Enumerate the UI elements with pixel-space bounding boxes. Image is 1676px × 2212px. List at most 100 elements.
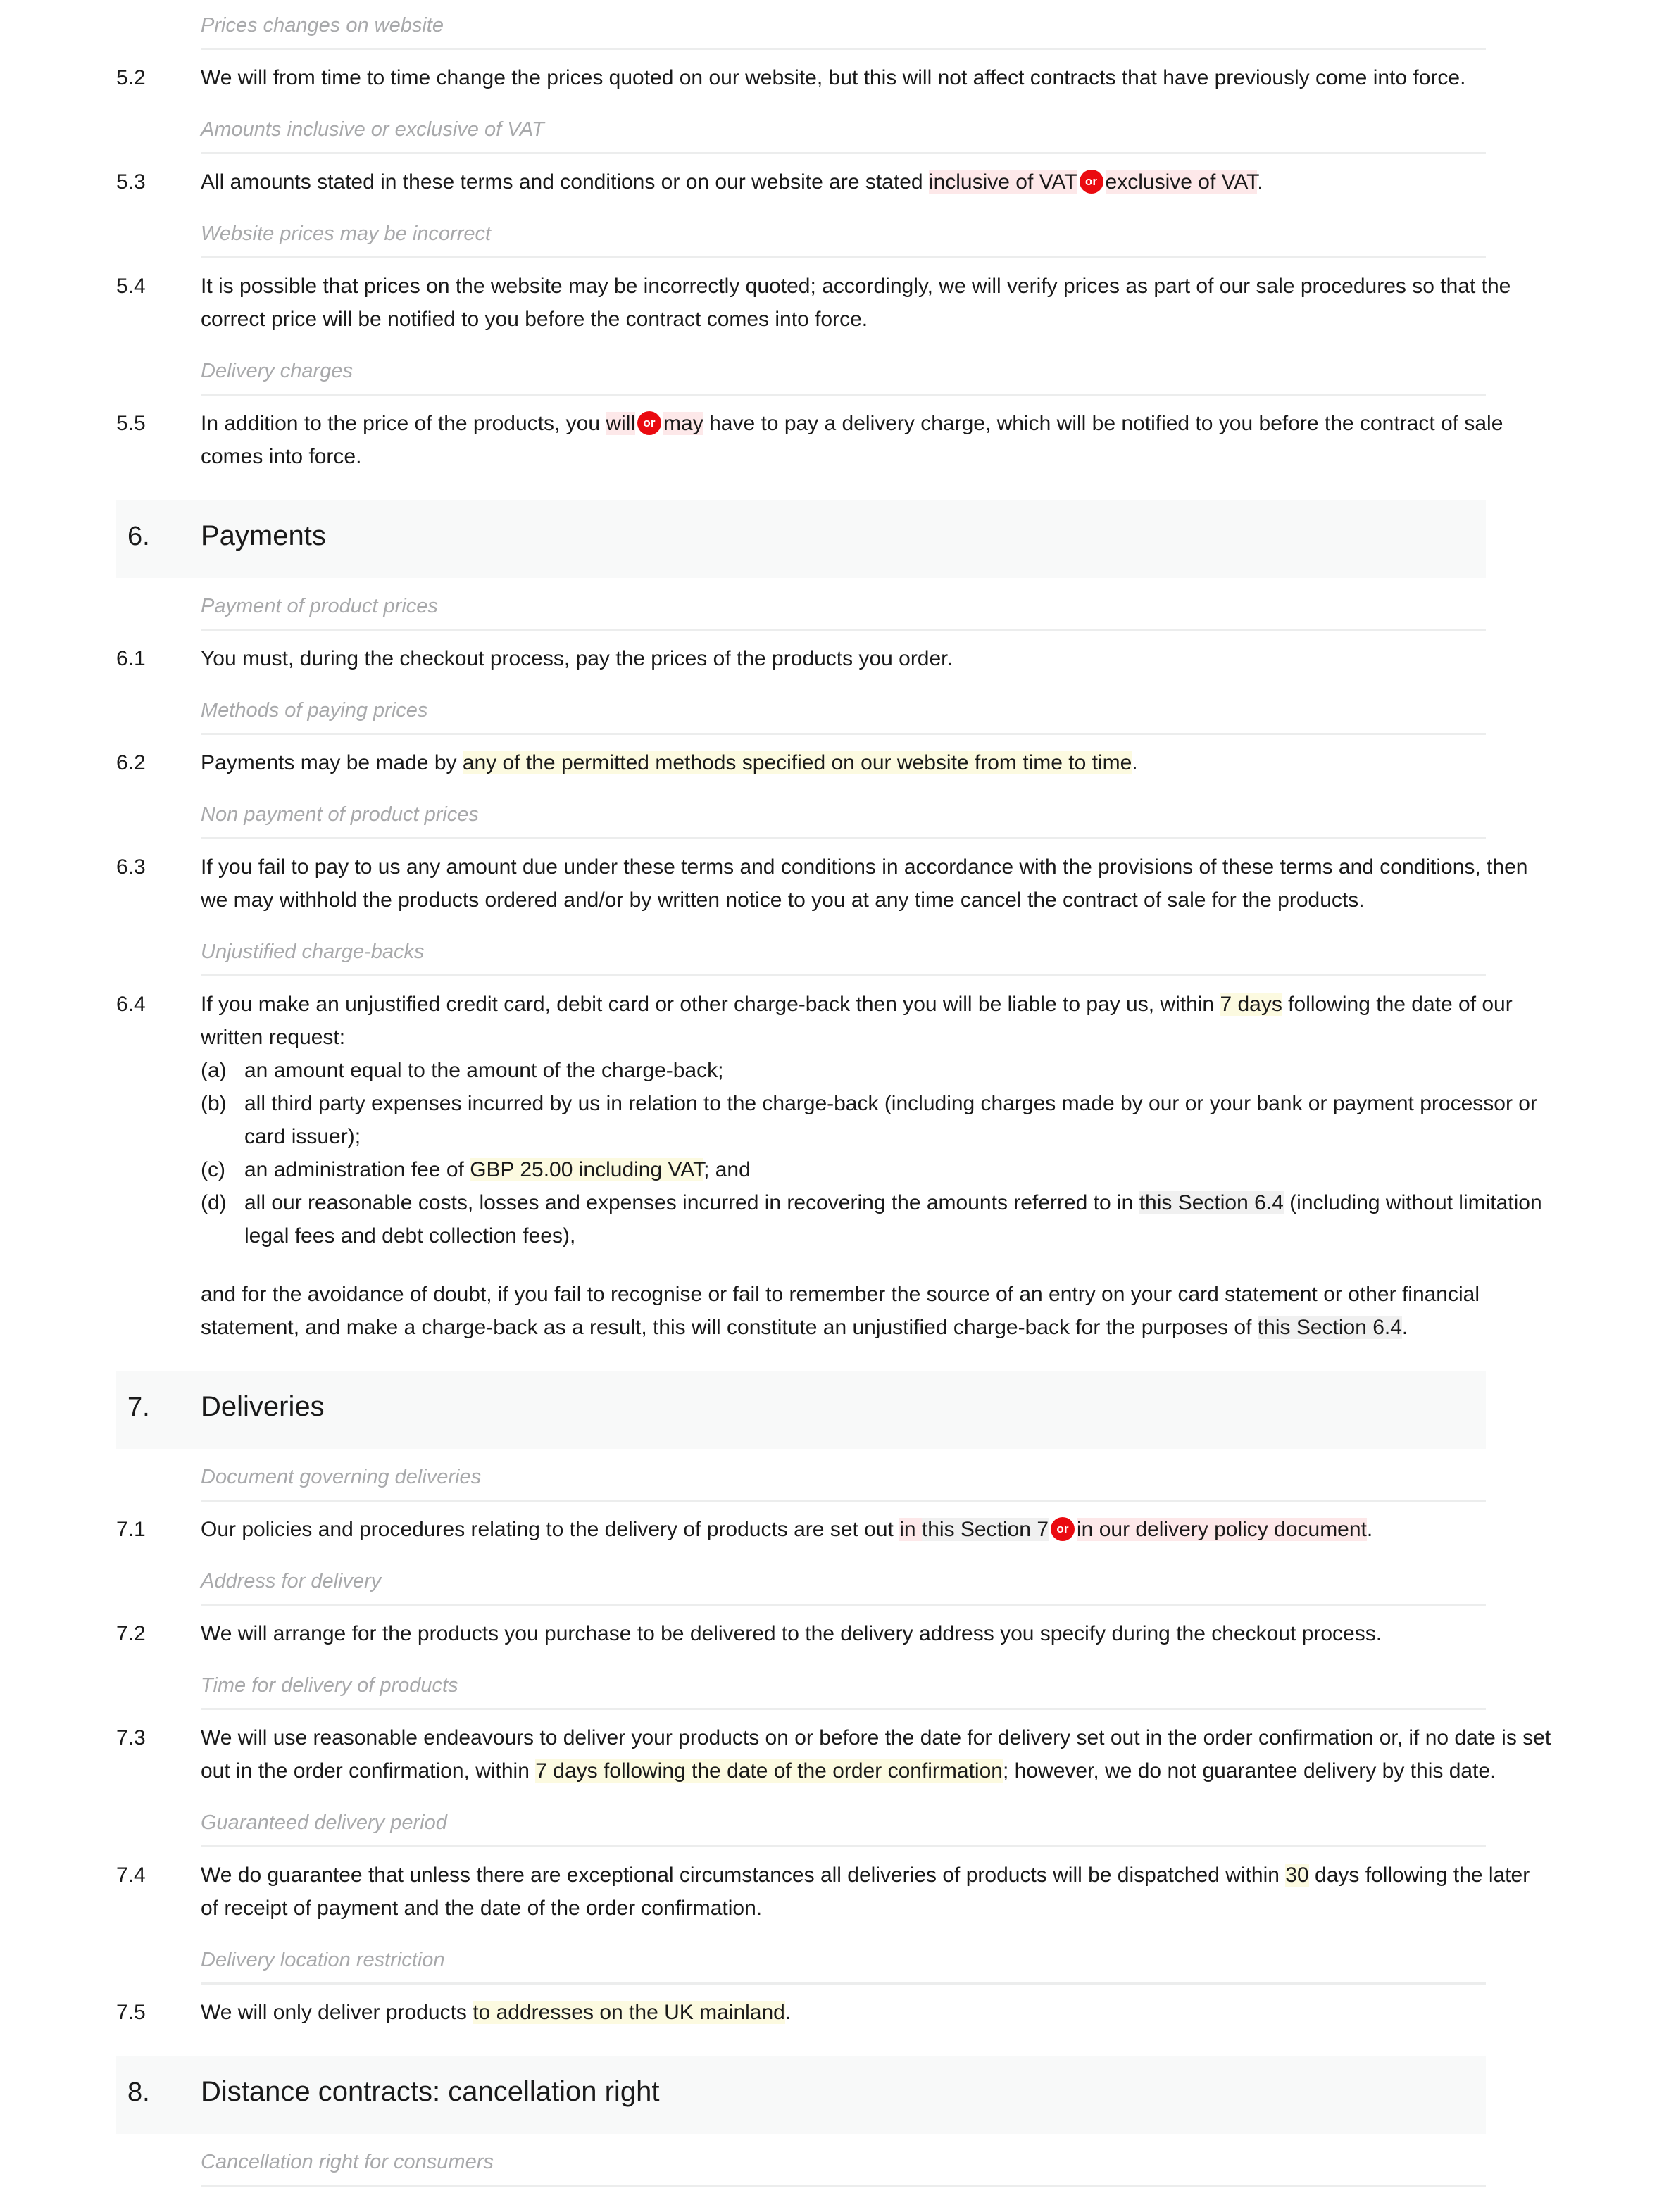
clause-text: We will arrange for the products you pur… — [201, 1622, 1382, 1645]
subheading-label: Cancellation right for consumers — [201, 2151, 494, 2173]
subheading-prices-changes: Prices changes on website — [201, 0, 1486, 50]
clause-text-part: ; however, we do not guarantee delivery … — [1002, 1759, 1496, 1783]
or-choice-badge-icon[interactable]: or — [1051, 1517, 1075, 1541]
clause-text: If you fail to pay to us any amount due … — [201, 855, 1528, 912]
clause-7-4: 7.4 We do guarantee that unless there ar… — [0, 1847, 1599, 1935]
clause-text: We do guarantee that unless there are ex… — [201, 1847, 1588, 1935]
list-item-text-part: ; and — [703, 1158, 751, 1181]
list-item: (a) an amount equal to the amount of the… — [201, 1054, 1553, 1087]
subheading-time-for-delivery: Time for delivery of products — [201, 1660, 1486, 1710]
clause-number: 6.3 — [116, 855, 146, 879]
clause-number: 6.2 — [116, 751, 146, 774]
clause-text-part: If you make an unjustified credit card, … — [201, 993, 1220, 1016]
subheading-label: Time for delivery of products — [201, 1674, 458, 1697]
clause-7-3: 7.3 We will use reasonable endeavours to… — [0, 1710, 1599, 1797]
clause-text: In addition to the price of the products… — [201, 396, 1588, 483]
terms-and-conditions-page: Prices changes on website 5.2 We will fr… — [0, 0, 1676, 2212]
list-marker: (b) — [201, 1092, 227, 1115]
clause-6-2: 6.2 Payments may be made by any of the p… — [0, 735, 1599, 789]
subheading-label: Amounts inclusive or exclusive of VAT — [201, 118, 544, 141]
subheading-document-governing-deliveries: Document governing deliveries — [201, 1452, 1486, 1502]
clause-text-part: We do guarantee that unless there are ex… — [201, 1864, 1286, 1887]
option-text-part: in — [899, 1518, 922, 1541]
option-in-this-section-7[interactable]: in this Section 7 — [899, 1518, 1049, 1541]
list-item-text: an amount equal to the amount of the cha… — [244, 1059, 724, 1082]
section-title: Distance contracts: cancellation right — [201, 2076, 660, 2107]
subheading-delivery-location-restriction: Delivery location restriction — [201, 1935, 1486, 1985]
option-may[interactable]: may — [663, 412, 703, 435]
option-delivery-policy-document[interactable]: in our delivery policy document — [1077, 1518, 1367, 1541]
clause-number: 6.4 — [116, 993, 146, 1016]
clause-number: 5.5 — [116, 412, 146, 435]
variable-dispatch-days[interactable]: 30 — [1285, 1864, 1309, 1887]
section-title: Deliveries — [201, 1391, 325, 1422]
cross-reference-section-7[interactable]: this Section 7 — [921, 1518, 1049, 1541]
variable-delivery-locations[interactable]: to addresses on the UK mainland — [473, 2001, 785, 2024]
cross-reference-section-6-4[interactable]: this Section 6.4 — [1257, 1316, 1402, 1339]
clause-6-4-sublist: (a) an amount equal to the amount of the… — [201, 1054, 1553, 1252]
clause-text: We will only deliver products to address… — [201, 1985, 1588, 2039]
option-inclusive-vat[interactable]: inclusive of VAT — [928, 170, 1077, 194]
variable-delivery-period[interactable]: 7 days following the date of the order c… — [535, 1759, 1003, 1783]
subheading-label: Unjustified charge-backs — [201, 941, 425, 963]
list-item: (d) all our reasonable costs, losses and… — [201, 1186, 1553, 1252]
section-title: Payments — [201, 520, 326, 551]
clause-text-part: . — [1366, 1518, 1373, 1541]
subheading-label: Address for delivery — [201, 1570, 382, 1592]
option-exclusive-vat[interactable]: exclusive of VAT — [1105, 170, 1258, 194]
clause-number: 7.4 — [116, 1864, 146, 1887]
clause-5-3: 5.3 All amounts stated in these terms an… — [0, 154, 1599, 208]
clause-text: All amounts stated in these terms and co… — [201, 154, 1588, 208]
variable-payment-methods[interactable]: any of the permitted methods specified o… — [462, 751, 1132, 774]
section-heading-7: 7. Deliveries — [116, 1371, 1486, 1449]
or-choice-badge-icon[interactable]: or — [637, 411, 662, 435]
clause-text-part: Our policies and procedures relating to … — [201, 1518, 900, 1541]
clause-7-5: 7.5 We will only deliver products to add… — [0, 1985, 1599, 2039]
clause-number: 5.4 — [116, 275, 146, 298]
list-item-text: an administration fee of GBP 25.00 inclu… — [244, 1153, 1553, 1186]
clause-text: We will from time to time change the pri… — [201, 66, 1466, 89]
clause-text-part: We will only deliver products — [201, 2001, 473, 2024]
list-item-text-part: all our reasonable costs, losses and exp… — [244, 1191, 1139, 1214]
subheading-payment-product-prices: Payment of product prices — [201, 581, 1486, 631]
clause-text-part: . — [1257, 170, 1263, 194]
subheading-label: Delivery location restriction — [201, 1949, 445, 1971]
list-item-text: all third party expenses incurred by us … — [244, 1092, 1537, 1148]
clause-text-part: All amounts stated in these terms and co… — [201, 170, 929, 194]
list-marker: (d) — [201, 1191, 227, 1214]
subheading-delivery-charges: Delivery charges — [201, 346, 1486, 396]
subheading-label: Website prices may be incorrect — [201, 222, 492, 245]
clause-text: Our policies and procedures relating to … — [201, 1502, 1588, 1556]
clause-text: If you make an unjustified credit card, … — [201, 976, 1588, 1354]
clause-number: 5.3 — [116, 170, 146, 194]
section-number: 8. — [127, 2078, 150, 2107]
clause-5-5: 5.5 In addition to the price of the prod… — [0, 396, 1599, 483]
clause-text-part: . — [1132, 751, 1138, 774]
section-heading-6: 6. Payments — [116, 500, 1486, 578]
clause-text: It is possible that prices on the websit… — [201, 275, 1511, 331]
subheading-label: Prices changes on website — [201, 14, 444, 37]
clause-number: 7.2 — [116, 1622, 146, 1645]
list-item: (c) an administration fee of GBP 25.00 i… — [201, 1153, 1553, 1186]
list-item-text: all our reasonable costs, losses and exp… — [244, 1186, 1553, 1252]
subheading-label: Guaranteed delivery period — [201, 1811, 447, 1834]
section-number: 6. — [127, 522, 150, 551]
subheading-label: Delivery charges — [201, 360, 353, 382]
option-will[interactable]: will — [606, 412, 636, 435]
clause-5-4: 5.4 It is possible that prices on the we… — [0, 258, 1599, 346]
variable-chargeback-days[interactable]: 7 days — [1220, 993, 1282, 1016]
section-heading-8: 8. Distance contracts: cancellation righ… — [116, 2056, 1486, 2134]
clause-text: Payments may be made by any of the permi… — [201, 735, 1588, 789]
clause-number: 6.1 — [116, 647, 146, 670]
clause-6-4-tail-paragraph: and for the avoidance of doubt, if you f… — [201, 1278, 1553, 1344]
clause-text-part: . — [1401, 1316, 1408, 1339]
variable-admin-fee[interactable]: GBP 25.00 including VAT — [470, 1158, 704, 1181]
subheading-amounts-vat: Amounts inclusive or exclusive of VAT — [201, 104, 1486, 154]
clause-number: 7.1 — [116, 1518, 146, 1541]
cross-reference-section-6-4[interactable]: this Section 6.4 — [1139, 1191, 1284, 1214]
clause-text-part: . — [784, 2001, 792, 2024]
or-choice-badge-icon[interactable]: or — [1079, 170, 1103, 194]
subheading-label: Methods of paying prices — [201, 699, 428, 722]
clause-text-part: Payments may be made by — [201, 751, 463, 774]
subheading-label: Payment of product prices — [201, 595, 438, 617]
